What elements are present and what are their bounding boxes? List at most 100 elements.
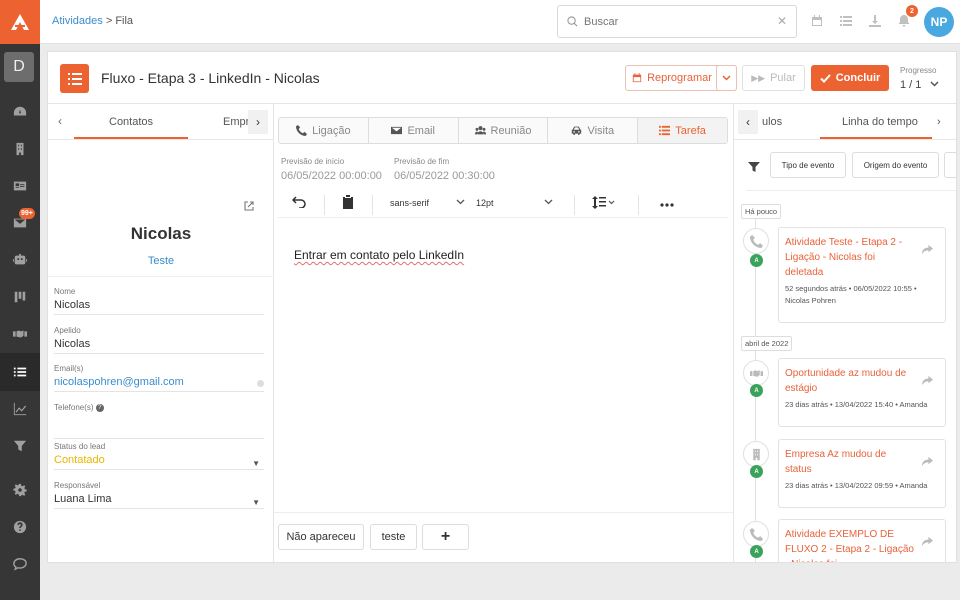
workspace-avatar[interactable]: D	[4, 52, 34, 82]
timeline-event[interactable]: Oportunidade az mudou de estágio 23 dias…	[778, 358, 946, 427]
quick-button-teste[interactable]: teste	[370, 524, 417, 550]
lead-status-select[interactable]: Contatado	[54, 454, 264, 470]
tasks-icon[interactable]	[0, 353, 40, 391]
bot-icon[interactable]	[0, 242, 40, 278]
phone-icon	[743, 228, 769, 254]
share-icon[interactable]	[922, 454, 933, 467]
toolbar-divider	[324, 195, 325, 215]
app-logo[interactable]	[0, 0, 40, 44]
download-icon[interactable]	[868, 14, 882, 28]
tab-empresa[interactable]: Empr	[223, 116, 249, 128]
search-input[interactable]	[584, 15, 764, 28]
owner-field: Responsável Luana Lima ▼	[54, 481, 264, 509]
timeline-event[interactable]: Atividade EXEMPLO DE FLUXO 2 - Etapa 2 -…	[778, 519, 946, 562]
kanban-icon[interactable]	[0, 279, 40, 315]
filter-event-type-button[interactable]: Tipo de evento	[770, 152, 846, 178]
user-badge: A	[750, 465, 763, 478]
tab-modulos[interactable]: ulos	[762, 116, 782, 128]
group-label-recent: Há pouco	[741, 204, 782, 219]
end-value[interactable]: 06/05/2022 00:30:00	[394, 170, 495, 182]
building-icon[interactable]	[0, 131, 40, 167]
tab-email[interactable]: Email	[369, 118, 459, 143]
progress-value: 1 / 1	[900, 79, 922, 91]
list-icon[interactable]	[839, 14, 853, 28]
add-quick-button[interactable]: +	[422, 524, 469, 550]
phone-icon	[743, 521, 769, 547]
tabs-prev-icon[interactable]: ‹	[58, 114, 62, 128]
tab-reuniao[interactable]: Reunião	[459, 118, 549, 143]
event-title[interactable]: Atividade Teste - Etapa 2 - Ligação - Ni…	[785, 235, 915, 280]
clear-search-icon[interactable]: ✕	[777, 14, 787, 28]
handshake-icon[interactable]	[0, 316, 40, 352]
external-link-icon[interactable]	[244, 201, 254, 214]
share-icon[interactable]	[922, 534, 933, 547]
chat-icon[interactable]	[0, 546, 40, 582]
share-icon[interactable]	[922, 242, 933, 255]
fast-forward-icon: ▶▶	[751, 72, 766, 83]
funnel-icon[interactable]	[0, 428, 40, 464]
tabs-prev-icon[interactable]: ‹	[738, 110, 758, 134]
contact-tag[interactable]: Teste	[48, 255, 274, 267]
help-icon[interactable]	[0, 509, 40, 545]
progress-chevron-icon[interactable]	[930, 79, 939, 90]
nickname-label: Apelido	[54, 326, 81, 335]
activity-type-tabs: Ligação Email Reunião Visita Tarefa	[278, 117, 728, 144]
nickname-field: Apelido Nicolas	[54, 326, 264, 354]
tab-tarefa[interactable]: Tarefa	[638, 118, 727, 143]
event-title[interactable]: Atividade EXEMPLO DE FLUXO 2 - Etapa 2 -…	[785, 527, 915, 562]
tabs-next-icon[interactable]: ›	[937, 116, 941, 128]
event-title[interactable]: Oportunidade az mudou de estágio	[785, 366, 915, 396]
filter-icon[interactable]	[748, 160, 760, 172]
phone-icon	[296, 125, 308, 136]
active-tab-indicator	[74, 137, 188, 139]
share-icon[interactable]	[922, 373, 933, 386]
chevron-down-icon	[544, 197, 553, 207]
skip-button[interactable]: ▶▶ Pular	[742, 65, 805, 91]
undo-icon[interactable]	[291, 196, 306, 210]
breadcrumb-link-atividades[interactable]: Atividades	[52, 15, 103, 27]
timeline-event[interactable]: Empresa Az mudou de status 23 dias atrás…	[778, 439, 946, 508]
phone-value[interactable]	[54, 415, 264, 439]
phone-field: Telefone(s) ?	[54, 403, 264, 439]
tab-contatos[interactable]: Contatos	[109, 116, 153, 128]
caret-down-icon: ▼	[252, 459, 260, 468]
timeline-event[interactable]: Atividade Teste - Etapa 2 - Ligação - Ni…	[778, 227, 946, 323]
dashboard-icon[interactable]	[0, 94, 40, 130]
paste-icon[interactable]	[342, 195, 354, 211]
line-height-icon[interactable]	[592, 196, 616, 211]
user-badge: A	[750, 254, 763, 267]
chart-icon[interactable]	[0, 391, 40, 427]
quick-button-nao-apareceu[interactable]: Não apareceu	[278, 524, 364, 550]
filter-more-button[interactable]	[944, 152, 956, 178]
name-value[interactable]: Nicolas	[54, 299, 264, 315]
event-title[interactable]: Empresa Az mudou de status	[785, 447, 915, 477]
tab-visita[interactable]: Visita	[548, 118, 639, 143]
task-description-editor[interactable]: Entrar em contato pelo LinkedIn	[294, 248, 464, 262]
filter-event-origin-button[interactable]: Origem do evento	[852, 152, 939, 178]
start-value[interactable]: 06/05/2022 00:00:00	[281, 170, 382, 182]
tab-ligacao[interactable]: Ligação	[279, 118, 369, 143]
font-family-select[interactable]: sans-serif	[390, 198, 429, 208]
owner-select[interactable]: Luana Lima	[54, 493, 264, 509]
tabs-next-icon[interactable]: ›	[248, 110, 268, 134]
editor-toolbar: sans-serif 12pt	[278, 192, 728, 218]
contact-card-icon[interactable]	[0, 168, 40, 204]
user-badge: A	[750, 384, 763, 397]
building-icon	[743, 441, 769, 467]
reschedule-dropdown-button[interactable]	[716, 65, 737, 91]
tab-ligacao-label: Ligação	[312, 124, 351, 137]
tab-timeline[interactable]: Linha do tempo	[842, 116, 918, 128]
finish-button[interactable]: Concluir	[811, 65, 889, 91]
event-meta: 52 segundos atrás • 06/05/2022 10:55 • N…	[785, 284, 917, 305]
user-avatar[interactable]: NP	[924, 7, 954, 37]
breadcrumb-separator: >	[105, 15, 113, 27]
nickname-value[interactable]: Nicolas	[54, 338, 264, 354]
font-size-select[interactable]: 12pt	[476, 198, 494, 208]
settings-icon[interactable]	[0, 472, 40, 508]
caret-down-icon: ▼	[252, 498, 260, 507]
more-icon[interactable]	[660, 199, 674, 209]
help-icon[interactable]: ?	[95, 403, 104, 412]
mail-badge: 99+	[19, 208, 35, 219]
email-value[interactable]: nicolaspohren@gmail.com	[54, 376, 264, 392]
calendar-icon[interactable]	[810, 14, 824, 28]
